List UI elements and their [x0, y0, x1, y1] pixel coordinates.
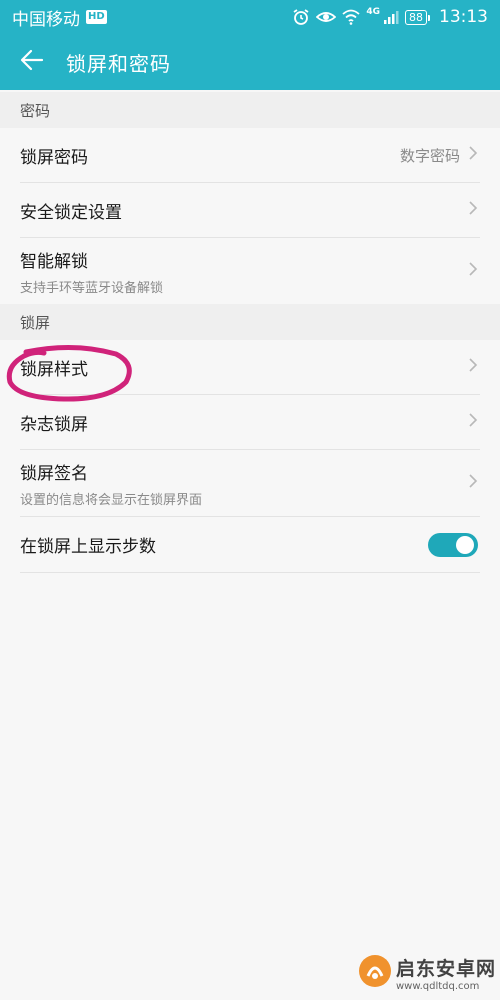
carrier-name: 中国移动	[12, 9, 80, 30]
chevron-right-icon	[468, 473, 478, 493]
row-smart-unlock[interactable]: 智能解锁 支持手环等蓝牙设备解锁	[0, 238, 500, 304]
row-trailing	[468, 395, 478, 449]
show-steps-toggle[interactable]	[428, 532, 478, 557]
chevron-right-icon	[468, 145, 478, 165]
row-trailing	[468, 450, 478, 516]
row-text: 锁屏密码	[20, 143, 88, 168]
row-text: 智能解锁 支持手环等蓝牙设备解锁	[20, 247, 163, 296]
row-trailing	[428, 517, 478, 572]
battery-indicator: 88	[405, 9, 430, 25]
clock: 13:13	[439, 7, 488, 27]
row-subtitle: 支持手环等蓝牙设备解锁	[20, 280, 164, 296]
row-title: 锁屏样式	[20, 359, 88, 380]
row-trailing	[468, 238, 478, 304]
row-value: 数字密码	[399, 146, 460, 165]
chevron-right-icon	[468, 412, 478, 432]
divider	[20, 572, 480, 573]
eye-comfort-icon	[316, 9, 337, 25]
row-show-steps[interactable]: 在锁屏上显示步数	[0, 517, 500, 572]
section-header-password: 密码	[0, 92, 500, 128]
row-magazine-lock[interactable]: 杂志锁屏	[0, 395, 500, 449]
row-lock-style[interactable]: 锁屏样式	[0, 340, 500, 394]
app-bar: 锁屏和密码	[0, 34, 500, 90]
arrow-left-icon	[20, 49, 44, 75]
page-title: 锁屏和密码	[66, 51, 171, 76]
row-lock-signature[interactable]: 锁屏签名 设置的信息将会显示在锁屏界面	[0, 450, 500, 516]
row-trailing: 数字密码	[400, 128, 478, 182]
status-bar: 中国移动 HD 4G 88 13:13	[0, 0, 500, 34]
row-title: 安全锁定设置	[20, 202, 122, 223]
back-button[interactable]	[0, 34, 64, 90]
status-bar-right: 4G 88 13:13	[292, 7, 488, 27]
watermark-url: www.qdltdq.com	[395, 981, 480, 992]
hd-badge: HD	[86, 10, 107, 24]
watermark-text: 启东安卓网 www.qdltdq.com	[396, 954, 496, 992]
row-subtitle: 设置的信息将会显示在锁屏界面	[20, 492, 203, 508]
row-text: 安全锁定设置	[20, 198, 122, 223]
row-title: 锁屏密码	[20, 147, 88, 168]
section-header-lockscreen: 锁屏	[0, 304, 500, 340]
chevron-right-icon	[468, 357, 478, 377]
status-bar-left: 中国移动 HD	[12, 5, 107, 30]
chevron-right-icon	[468, 261, 478, 281]
alarm-icon	[292, 8, 310, 26]
row-text: 杂志锁屏	[20, 410, 88, 435]
row-trailing	[468, 340, 478, 394]
toggle-knob	[456, 535, 474, 554]
row-title: 杂志锁屏	[20, 414, 88, 435]
signal-icon	[383, 9, 399, 25]
row-security-lock[interactable]: 安全锁定设置	[0, 183, 500, 237]
watermark: 启东安卓网 www.qdltdq.com	[358, 954, 496, 992]
watermark-logo-icon	[358, 954, 392, 992]
row-text: 锁屏签名 设置的信息将会显示在锁屏界面	[20, 459, 202, 508]
row-title: 智能解锁	[20, 251, 88, 272]
watermark-name: 启东安卓网	[395, 958, 496, 980]
chevron-right-icon	[468, 200, 478, 220]
row-text: 锁屏样式	[20, 355, 88, 380]
wifi-icon	[342, 9, 360, 25]
row-lock-password[interactable]: 锁屏密码 数字密码	[0, 128, 500, 182]
network-type-badge: 4G	[366, 7, 380, 17]
row-title: 在锁屏上显示步数	[20, 537, 156, 557]
row-title: 锁屏签名	[20, 463, 88, 484]
row-text: 在锁屏上显示步数	[20, 532, 156, 557]
row-trailing	[468, 183, 478, 237]
